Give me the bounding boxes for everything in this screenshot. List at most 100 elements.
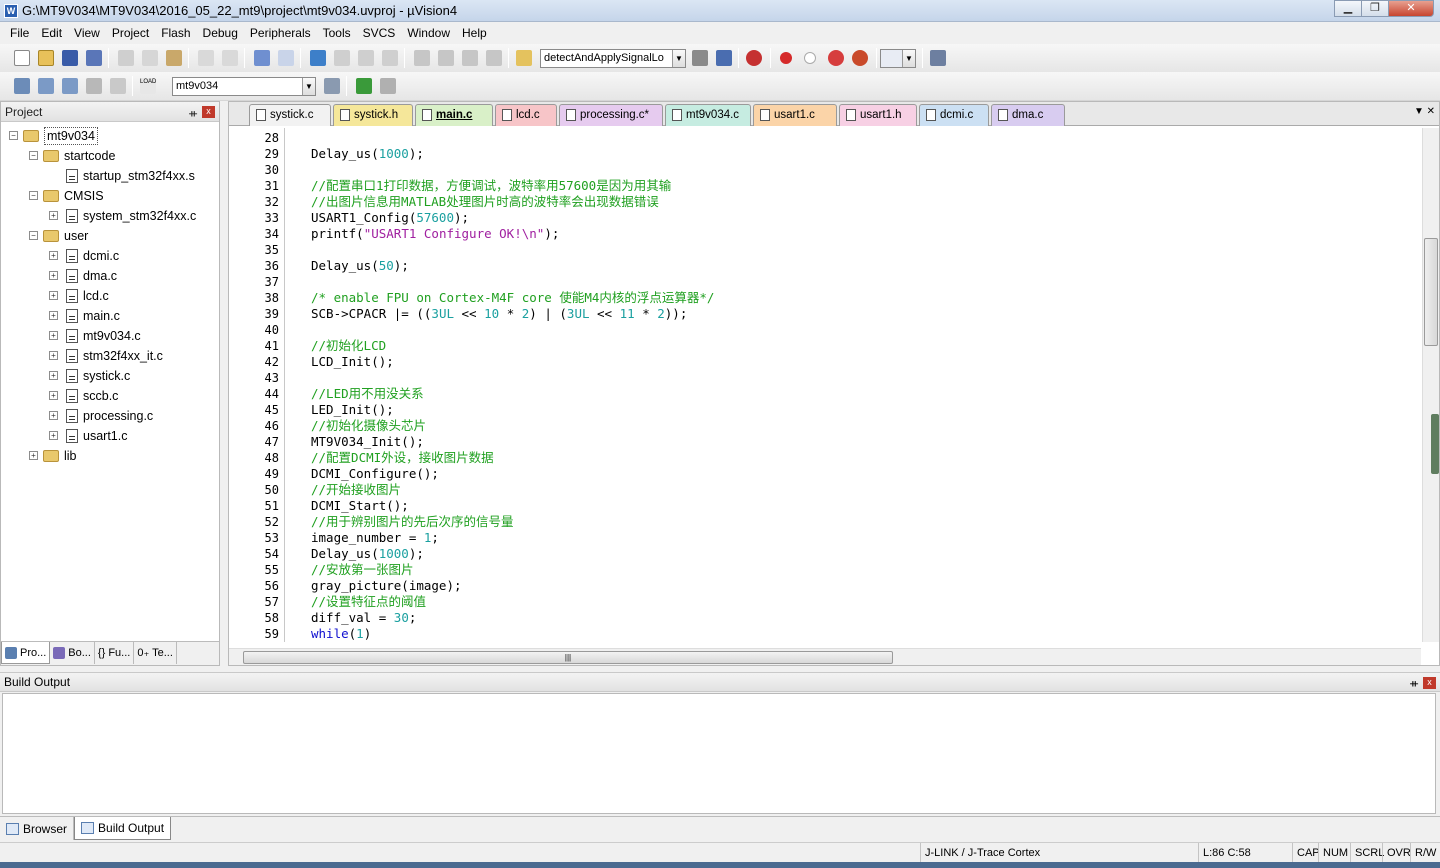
window-layout-combo[interactable]: ▼ — [880, 49, 916, 68]
close-icon[interactable]: x — [1423, 677, 1436, 689]
breakpoint-icon[interactable] — [780, 52, 792, 64]
editor-tab[interactable]: systick.h — [333, 104, 413, 126]
tree-item[interactable]: − startcode — [1, 146, 215, 166]
code-line[interactable]: //配置串口1打印数据，方便调试，波特率用57600是因为用其输 — [311, 178, 671, 194]
code-area[interactable]: 28 29 30 31 32 33 34 35 36 37 38 39 40 41 42 43 44 45 46 47… — [229, 128, 1421, 642]
tab-browser[interactable]: Browser — [0, 817, 75, 840]
chevron-down-icon[interactable]: ▼ — [302, 78, 315, 95]
disable-all-breakpoints-icon[interactable] — [828, 50, 844, 66]
expand-icon[interactable]: + — [49, 431, 58, 440]
collapse-icon[interactable]: − — [9, 131, 18, 140]
download-icon[interactable]: LOAD — [140, 78, 156, 94]
menu-project[interactable]: Project — [106, 22, 155, 44]
close-icon[interactable]: x — [202, 106, 215, 118]
tree-item[interactable]: startup_stm32f4xx.s — [1, 166, 215, 186]
code-line[interactable]: LCD_Init(); — [311, 354, 394, 370]
code-line[interactable]: //配置DCMI外设，接收图片数据 — [311, 450, 494, 466]
horizontal-scrollbar[interactable]: ||| — [229, 648, 1421, 665]
editor-tab[interactable]: lcd.c — [495, 104, 557, 126]
code-line[interactable]: Delay_us(50); — [311, 258, 409, 274]
prev-bookmark-icon[interactable] — [334, 50, 350, 66]
chevron-down-icon[interactable]: ▼ — [902, 50, 915, 67]
select-packs-icon[interactable] — [380, 78, 396, 94]
expand-icon[interactable]: + — [49, 311, 58, 320]
kill-all-breakpoints-icon[interactable] — [852, 50, 868, 66]
code-line[interactable]: Delay_us(1000); — [311, 546, 424, 562]
editor-tab[interactable]: dma.c — [991, 104, 1065, 126]
tab-functions[interactable]: {} Fu... — [95, 642, 135, 664]
cut-icon[interactable] — [118, 50, 134, 66]
pin-icon[interactable]: ᚑ — [1410, 675, 1418, 693]
rebuild-icon[interactable] — [62, 78, 78, 94]
menu-file[interactable]: File — [4, 22, 35, 44]
tree-item[interactable]: + lcd.c — [1, 286, 215, 306]
target-combo[interactable]: mt9v034 ▼ — [172, 77, 316, 96]
menu-svcs[interactable]: SVCS — [357, 22, 402, 44]
code-line[interactable]: //初始化LCD — [311, 338, 386, 354]
menu-window[interactable]: Window — [401, 22, 456, 44]
tab-project[interactable]: Pro... — [1, 642, 51, 664]
new-file-icon[interactable] — [14, 50, 30, 66]
tree-item[interactable]: + mt9v034.c — [1, 326, 215, 346]
code-line[interactable]: //出图片信息用MATLAB处理图片时高的波特率会出现数据错误 — [311, 194, 659, 210]
copy-icon[interactable] — [142, 50, 158, 66]
code-line[interactable]: //安放第一张图片 — [311, 562, 414, 578]
build-icon[interactable] — [38, 78, 54, 94]
target-options-icon[interactable] — [324, 78, 340, 94]
clear-bookmarks-icon[interactable] — [382, 50, 398, 66]
unindent-icon[interactable] — [438, 50, 454, 66]
tree-item[interactable]: − CMSIS — [1, 186, 215, 206]
expand-icon[interactable]: + — [49, 351, 58, 360]
editor-tab[interactable]: dcmi.c — [919, 104, 989, 126]
editor-tab[interactable]: mt9v034.c — [665, 104, 751, 126]
next-bookmark-icon[interactable] — [358, 50, 374, 66]
undo-icon[interactable] — [198, 50, 214, 66]
code-line[interactable]: DCMI_Start(); — [311, 498, 409, 514]
expand-icon[interactable]: + — [49, 371, 58, 380]
code-line[interactable]: while(1) — [311, 626, 371, 642]
horizontal-scroll-thumb[interactable]: ||| — [243, 651, 893, 664]
menu-edit[interactable]: Edit — [35, 22, 68, 44]
overview-grip[interactable] — [1431, 414, 1439, 474]
build-output-pane[interactable] — [2, 693, 1436, 814]
code-line[interactable]: //用于辨别图片的先后次序的信号量 — [311, 514, 514, 530]
tree-item[interactable]: + lib — [1, 446, 215, 466]
tree-item[interactable]: + system_stm32f4xx.c — [1, 206, 215, 226]
chevron-down-icon[interactable]: ▼ — [672, 50, 685, 67]
tree-item[interactable]: + stm32f4xx_it.c — [1, 346, 215, 366]
navigate-back-icon[interactable] — [254, 50, 270, 66]
comment-icon[interactable] — [462, 50, 478, 66]
code-line[interactable]: //初始化摄像头芯片 — [311, 418, 426, 434]
incremental-find-icon[interactable] — [716, 50, 732, 66]
menu-help[interactable]: Help — [456, 22, 493, 44]
tab-build-output[interactable]: Build Output — [74, 817, 172, 840]
editor-tab[interactable]: usart1.h — [839, 104, 917, 126]
code-line[interactable]: gray_picture(image); — [311, 578, 462, 594]
tree-item[interactable]: + dma.c — [1, 266, 215, 286]
expand-icon[interactable]: + — [49, 291, 58, 300]
editor-tab[interactable]: processing.c* — [559, 104, 663, 126]
uncomment-icon[interactable] — [486, 50, 502, 66]
vertical-scroll-thumb[interactable] — [1424, 238, 1438, 346]
tab-menu-icon[interactable]: ▼ ✕ — [1414, 106, 1435, 117]
menu-debug[interactable]: Debug — [197, 22, 244, 44]
expand-icon[interactable]: + — [49, 411, 58, 420]
menu-peripherals[interactable]: Peripherals — [244, 22, 317, 44]
expand-icon[interactable]: + — [49, 251, 58, 260]
manage-components-icon[interactable] — [356, 78, 372, 94]
open-folder-icon[interactable] — [38, 50, 54, 66]
tree-item[interactable]: + systick.c — [1, 366, 215, 386]
expand-icon[interactable]: + — [49, 271, 58, 280]
close-button[interactable]: ✕ — [1388, 0, 1434, 17]
tab-books[interactable]: Bo... — [50, 642, 95, 664]
code-line[interactable]: /* enable FPU on Cortex-M4F core 使能M4内核的… — [311, 290, 714, 306]
editor-tab[interactable]: main.c — [415, 104, 493, 126]
batch-build-icon[interactable] — [86, 78, 102, 94]
menu-view[interactable]: View — [68, 22, 106, 44]
collapse-icon[interactable]: − — [29, 231, 38, 240]
start-debug-icon[interactable] — [746, 50, 762, 66]
editor-tab[interactable]: systick.c — [249, 104, 331, 126]
save-icon[interactable] — [62, 50, 78, 66]
code-line[interactable]: printf("USART1 Configure OK!\n"); — [311, 226, 559, 242]
disable-breakpoint-icon[interactable] — [804, 52, 816, 64]
